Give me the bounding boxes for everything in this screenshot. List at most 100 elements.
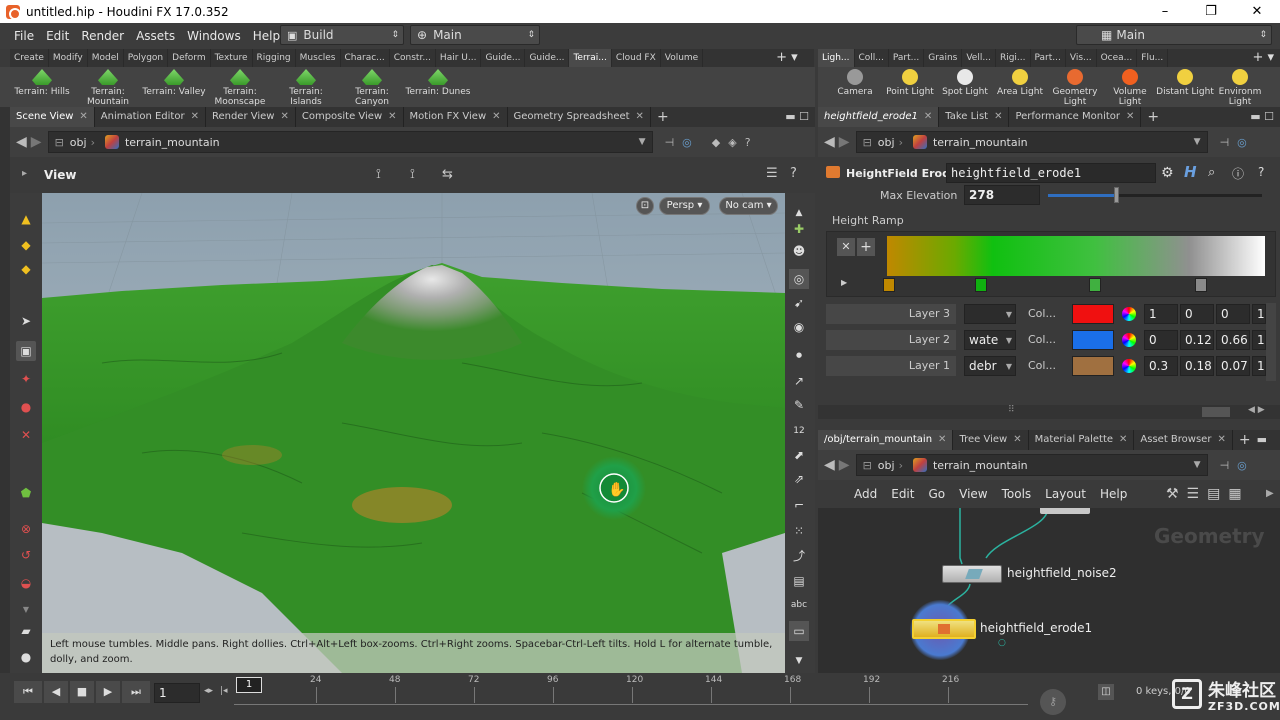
layer-name-menu[interactable]: debr ▼ [964,356,1016,376]
network-menu-item[interactable]: Go [928,487,945,501]
select-tool-icon[interactable]: ⟟ [376,167,381,182]
shelf-tool[interactable]: Terrain: Hills [6,69,78,97]
pivot-icon[interactable]: ⊗ [16,519,36,539]
realtime-icon[interactable]: ◫ [1098,684,1114,700]
text-icon[interactable]: abc [789,595,809,615]
link-icon[interactable]: ◎ [1237,136,1247,149]
shelf-tool[interactable]: Terrain: Islands [270,69,342,107]
shelf-tab[interactable]: Part... [889,49,925,67]
close-tab-icon[interactable]: ✕ [1119,430,1127,450]
panel-menu-icons[interactable]: ▬ ☐ [1257,430,1274,466]
shelf-tab[interactable]: Create [10,49,49,67]
ramp-key[interactable] [975,278,987,292]
maximize-button[interactable]: ❐ [1188,0,1234,23]
color-component-field[interactable]: 0.3 [1144,356,1178,376]
lock-icon[interactable]: ▣ [16,341,36,361]
color-component-field[interactable]: 0.12 [1180,330,1214,350]
key-icon[interactable]: ⚷ [1040,689,1066,715]
camera-icon[interactable]: ◉ [789,317,809,337]
remove-key-icon[interactable]: ✕ [837,238,855,256]
help-icon[interactable]: ? [745,136,751,149]
color-component-field[interactable]: 0 [1144,330,1178,350]
shelf-tab[interactable]: Volume [661,49,704,67]
shelf-tab[interactable]: Flu... [1137,49,1169,67]
network-path-field[interactable]: ⊟ obj › terrain_mountain ▼ [855,454,1208,476]
scroll-down-icon[interactable]: ▼ [789,651,809,671]
height-ramp-gradient[interactable] [887,236,1265,276]
network-menu-item[interactable]: Help [1100,487,1127,501]
pin-icon[interactable]: ⊣ [1220,136,1230,149]
layer-name-menu[interactable]: ▼ [964,304,1016,324]
viewer-path-field[interactable]: ⊟ obj › terrain_mountain ▼ [47,131,653,153]
cube-view-icon[interactable]: ◆ [712,136,720,149]
shelf-tab[interactable]: Muscles [296,49,341,67]
timeline-ruler[interactable]: 1 24 48 72 96 120 144 168 192 216 [234,675,1028,705]
add-tab-icon[interactable]: + [651,107,675,127]
link-icon[interactable]: ◎ [1237,459,1247,472]
shelf-tab[interactable]: Vell... [962,49,996,67]
viewer-help-icon[interactable]: ? [790,166,797,181]
shelf-tab[interactable]: Vis... [1066,49,1097,67]
panel-tab[interactable]: Material Palette ✕ [1029,430,1135,450]
transform-tool-icon[interactable]: ⟟ [410,167,415,182]
panel-tab[interactable]: Performance Monitor ✕ [1009,107,1142,127]
back-arrow-icon[interactable]: ◀ [16,134,27,150]
snap-icon[interactable]: ● [16,397,36,417]
shelf-tab[interactable]: Polygon [124,49,169,67]
back-arrow-icon[interactable]: ◀ [824,134,835,150]
forward-arrow-icon[interactable]: ▶ [839,457,850,473]
desktop-right-select[interactable]: ▦ Main ⇕ [1076,25,1272,45]
shelf-tab[interactable]: Rigi... [996,49,1031,67]
color-component-field[interactable]: 1 [1144,304,1178,324]
add-tab-icon[interactable]: + [1141,107,1165,127]
select-arrow-icon[interactable]: ▲ [16,209,36,229]
close-tab-icon[interactable]: ✕ [280,107,288,127]
normal-icon[interactable]: ↗ [789,371,809,391]
frame-field[interactable]: 1 [154,683,200,703]
collapse-icon[interactable]: ▸ [22,168,27,179]
step-key-icon[interactable]: |◂ [220,686,228,696]
rotate-icon[interactable]: ◆ [16,259,36,279]
shelf-tab[interactable]: Rigging [253,49,296,67]
more-icon[interactable]: ▼ [16,599,36,619]
numbers-icon[interactable]: 12 [789,421,809,441]
shelf-add-icon[interactable]: + ▾ [772,49,814,67]
snap-grid-icon[interactable]: ✕ [16,425,36,445]
handle-icon[interactable]: ⬟ [16,483,36,503]
shelf-tab[interactable]: Charac... [341,49,390,67]
close-tab-icon[interactable]: ✕ [1217,430,1225,450]
close-tab-icon[interactable]: ✕ [191,107,199,127]
ghost-icon[interactable]: ☻ [789,241,809,261]
pointer-icon[interactable]: ➤ [16,311,36,331]
magnet-icon[interactable]: ✦ [16,369,36,389]
background-icon[interactable]: ▤ [789,571,809,591]
panel-tab[interactable]: Motion FX View ✕ [404,107,508,127]
color-component-field[interactable]: 0.07 [1216,356,1250,376]
link-icon[interactable]: ◎ [682,136,692,149]
color-component-field[interactable]: 1 [1252,304,1266,324]
brush-icon[interactable]: ✎ [789,395,809,415]
panel-tab[interactable]: Tree View ✕ [953,430,1029,450]
panel-tab[interactable]: Animation Editor ✕ [95,107,206,127]
shelf-tab[interactable]: Ligh... [818,49,855,67]
menu-windows[interactable]: Windows [181,29,247,43]
shelf-tab[interactable]: Ocea... [1097,49,1138,67]
network-menu-item[interactable]: View [959,487,987,501]
network-menu-item[interactable]: Layout [1045,487,1086,501]
param-scrollbar[interactable]: ⠿ ◀ ▶ [818,405,1280,419]
shelf-tab[interactable]: Model [88,49,124,67]
info-icon[interactable]: ⓘ [1232,165,1244,182]
ramp-key[interactable] [1195,278,1207,292]
shelf-tool[interactable]: Environm Light [1211,69,1269,107]
forward-arrow-icon[interactable]: ▶ [31,134,42,150]
max-elevation-slider[interactable] [1048,194,1262,197]
shelf-tool[interactable]: Terrain: Moonscape [204,69,276,107]
image-icon[interactable]: ▭ [789,621,809,641]
render-view-icon[interactable]: ◈ [728,136,736,149]
curve-icon[interactable]: ⤴ [789,545,809,565]
network-menu-item[interactable]: Tools [1002,487,1032,501]
shelf-tool[interactable]: Camera [826,69,884,97]
vector-icon[interactable]: ⇗ [789,469,809,489]
shelf-tab[interactable]: Guide... [481,49,526,67]
heightfield-erode-node[interactable] [912,619,976,639]
